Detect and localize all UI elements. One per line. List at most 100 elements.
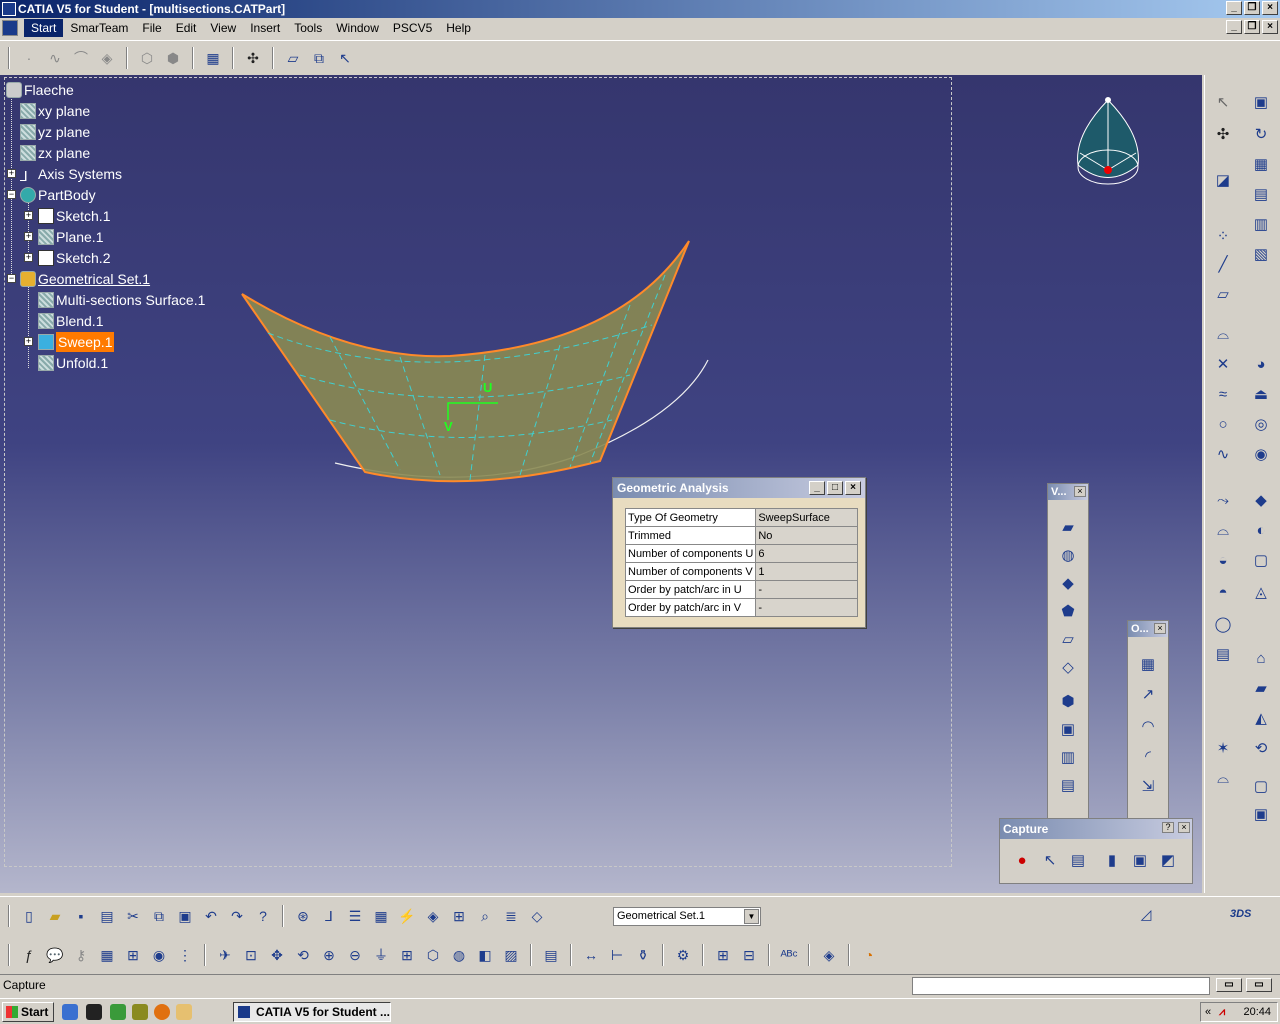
shading-mode-icon[interactable]: ◍ xyxy=(448,944,470,966)
lock-icon[interactable]: ⚷ xyxy=(70,944,92,966)
pan-icon[interactable]: ✥ xyxy=(266,944,288,966)
box-icon[interactable]: ▢ xyxy=(1247,773,1275,799)
square-icon[interactable]: ▢ xyxy=(1247,547,1275,573)
cylinder-tool-icon[interactable]: ◎ xyxy=(1247,411,1275,437)
folder-icon[interactable]: ▧ xyxy=(1247,241,1275,267)
measure-item-icon[interactable]: ⊢ xyxy=(606,944,628,966)
expand-icon[interactable]: + xyxy=(24,253,33,262)
swap-space-icon[interactable]: ▨ xyxy=(500,944,522,966)
menu-view[interactable]: View xyxy=(203,19,243,37)
network-icon[interactable]: ⩘ xyxy=(1219,1003,1225,1021)
open-icon[interactable]: ▰ xyxy=(44,905,66,927)
menu-help[interactable]: Help xyxy=(439,19,478,37)
print-icon[interactable]: ▤ xyxy=(96,905,118,927)
extrude-icon[interactable]: ▰ xyxy=(1054,514,1082,540)
tree-root[interactable]: Flaeche xyxy=(6,80,74,100)
close-button[interactable]: × xyxy=(1262,1,1278,15)
start-button[interactable]: Start xyxy=(2,1002,54,1022)
tree-item-multisections-surface[interactable]: Multi-sections Surface.1 xyxy=(38,290,205,310)
point-tool-icon[interactable]: ⁘ xyxy=(1209,223,1237,249)
menu-tools[interactable]: Tools xyxy=(287,19,329,37)
parallel-curve-icon[interactable]: ≈ xyxy=(1209,381,1237,407)
fillet-icon[interactable]: ◠ xyxy=(1134,713,1162,739)
grid-icon[interactable]: ▦ xyxy=(1247,151,1275,177)
revolve-surface-icon[interactable]: ◒ xyxy=(1209,547,1237,573)
axis-icon[interactable]: ⅃ xyxy=(318,905,340,927)
sphere-icon[interactable]: ◆ xyxy=(1054,570,1082,596)
assistant-icon[interactable]: ◔ xyxy=(858,944,880,966)
scene-icon[interactable]: ⚙ xyxy=(672,944,694,966)
record-icon[interactable]: ● xyxy=(1008,847,1036,873)
tree-item-blend[interactable]: Blend.1 xyxy=(38,311,103,331)
part-design-icon[interactable]: ▣ xyxy=(1247,89,1275,115)
swap-visible-icon[interactable]: ⊛ xyxy=(292,905,314,927)
parameters-icon[interactable]: ⋮ xyxy=(174,944,196,966)
tree-item-xy-plane[interactable]: xy plane xyxy=(20,101,90,121)
tree-item-axis-systems[interactable]: ⅃ Axis Systems xyxy=(20,164,122,184)
menu-pscv5[interactable]: PSCV5 xyxy=(386,19,439,37)
tree-item-yz-plane[interactable]: yz plane xyxy=(20,122,90,142)
helix-icon[interactable]: ◉ xyxy=(1247,441,1275,467)
apply-material-icon[interactable]: ◆ xyxy=(1247,487,1275,513)
measure-between-icon[interactable]: ↔ xyxy=(580,944,602,966)
normal-view-icon[interactable]: ⏚ xyxy=(370,944,392,966)
extrude-surface-icon[interactable]: ⌓ xyxy=(1209,517,1237,543)
knowledge-advisor-icon[interactable]: ◈ xyxy=(818,944,840,966)
chevron-down-icon[interactable]: ▼ xyxy=(744,909,759,924)
spell-check-icon[interactable]: ᴬᴮᶜ xyxy=(778,944,800,966)
zoom-out-icon[interactable]: ⊖ xyxy=(344,944,366,966)
menu-window[interactable]: Window xyxy=(329,19,386,37)
spline-icon[interactable]: ∿ xyxy=(1209,441,1237,467)
doc-close-button[interactable]: × xyxy=(1262,20,1278,34)
eraser-icon[interactable]: ◈ xyxy=(96,47,118,69)
tree-item-unfold[interactable]: Unfold.1 xyxy=(38,353,108,373)
part-variant-icon[interactable]: ⬢ xyxy=(162,47,184,69)
dialog-maximize-button[interactable]: □ xyxy=(827,481,843,495)
collapse-icon[interactable]: − xyxy=(7,190,16,199)
draft-analysis-icon[interactable]: ▰ xyxy=(1247,675,1275,701)
split-icon[interactable]: ↗ xyxy=(1134,681,1162,707)
chart-icon[interactable]: ⊟ xyxy=(738,944,760,966)
curvature-icon[interactable]: ◭ xyxy=(1247,705,1275,731)
tree-item-sketch-2[interactable]: Sketch.2 xyxy=(38,248,110,268)
search-icon[interactable]: ⌕ xyxy=(474,905,496,927)
update-icon[interactable]: ✣ xyxy=(1209,121,1237,147)
command-button[interactable]: ▭ xyxy=(1216,978,1242,992)
analysis-table-icon[interactable]: ⊞ xyxy=(712,944,734,966)
taskbar-item-catia[interactable]: CATIA V5 for Student ... xyxy=(233,1002,391,1022)
join-surface-icon[interactable]: ✶ xyxy=(1209,735,1237,761)
tree-item-geometrical-set[interactable]: Geometrical Set.1 xyxy=(20,269,150,289)
expand-icon[interactable]: + xyxy=(7,169,16,178)
tree-item-partbody[interactable]: PartBody xyxy=(20,185,96,205)
explorer-icon[interactable] xyxy=(176,1004,192,1020)
blend-tool-icon[interactable]: ▥ xyxy=(1054,744,1082,770)
restore-button[interactable]: ❐ xyxy=(1244,1,1260,15)
cmd-icon[interactable] xyxy=(86,1004,102,1020)
fill-icon[interactable]: ⬢ xyxy=(1054,688,1082,714)
catalog-browser-icon[interactable]: ▤ xyxy=(540,944,562,966)
surface-analysis-tool-icon[interactable]: ◈ xyxy=(422,905,444,927)
tree-item-sweep[interactable]: Sweep.1 xyxy=(38,332,115,352)
tree-list-icon[interactable]: ☰ xyxy=(344,905,366,927)
list-icon[interactable]: ≣ xyxy=(500,905,522,927)
material-icon[interactable]: ◉ xyxy=(148,944,170,966)
shading-icon[interactable]: ◐ xyxy=(1247,517,1275,543)
offset-surface-icon[interactable]: ◓ xyxy=(1209,579,1237,605)
new-icon[interactable]: ▯ xyxy=(18,905,40,927)
redo-icon[interactable]: ↷ xyxy=(226,905,248,927)
menu-start[interactable]: Start xyxy=(24,19,64,37)
heal-icon[interactable]: ⌓ xyxy=(1209,765,1237,791)
close-icon[interactable]: × xyxy=(1178,822,1190,833)
arc-icon[interactable]: ⌒ xyxy=(70,47,92,69)
album-icon[interactable]: ▮ xyxy=(1098,847,1126,873)
doc-restore-button[interactable]: ❐ xyxy=(1244,20,1260,34)
firefox-icon[interactable] xyxy=(154,1004,170,1020)
measure-inertia-icon[interactable]: ⚱ xyxy=(632,944,654,966)
help-icon[interactable]: ? xyxy=(1162,822,1174,833)
iso-view-icon[interactable]: ⬡ xyxy=(422,944,444,966)
plane-tool-icon[interactable]: ▱ xyxy=(1209,281,1237,307)
select-help-icon[interactable]: ↖ xyxy=(334,47,356,69)
tree-item-zx-plane[interactable]: zx plane xyxy=(20,143,90,163)
tree-item-plane-1[interactable]: Plane.1 xyxy=(38,227,103,247)
intersection-icon[interactable]: ✕ xyxy=(1209,351,1237,377)
